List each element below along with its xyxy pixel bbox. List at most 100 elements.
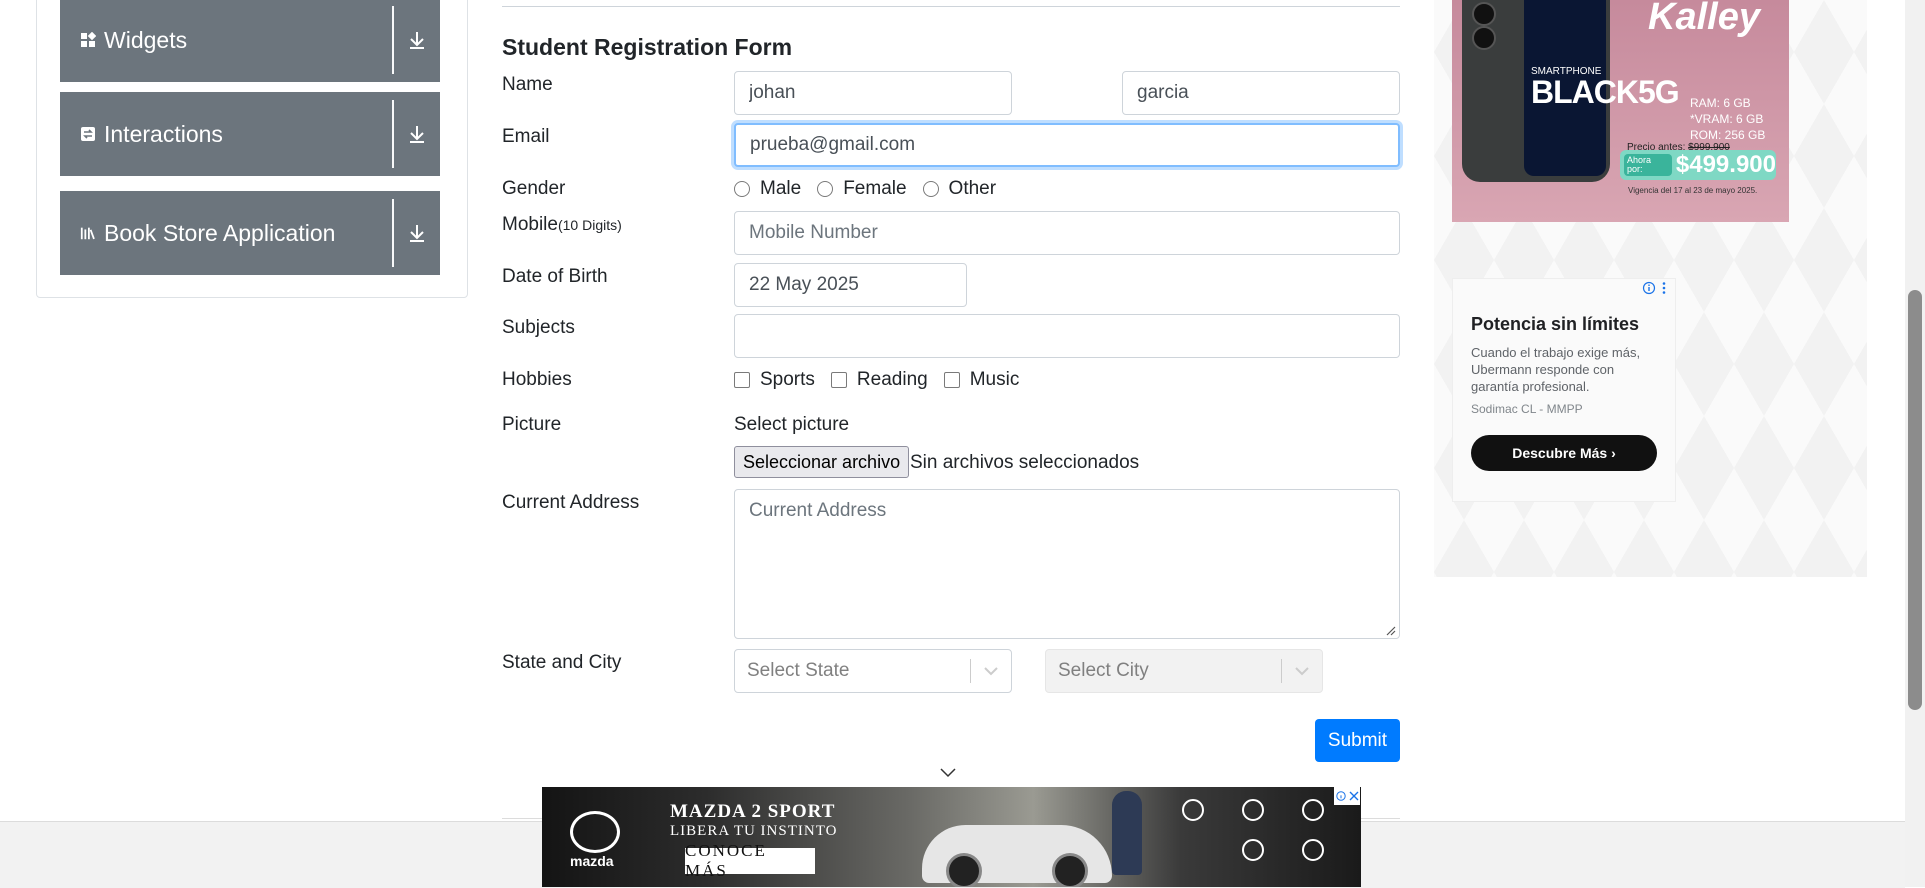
ad-now-label: Ahora por: — [1624, 154, 1672, 176]
ad-info-icon[interactable] — [1642, 281, 1668, 295]
wheel — [946, 853, 982, 887]
bottom-ad-banner[interactable]: mazda MAZDA 2 SPORT LIBERA TU INSTINTO C… — [542, 787, 1361, 887]
gender-female-radio[interactable]: Female — [817, 178, 907, 200]
wheel — [1052, 853, 1088, 887]
gender-option-label: Other — [948, 178, 997, 199]
hobbies-label: Hobbies — [502, 369, 572, 390]
subjects-input[interactable] — [734, 314, 1400, 358]
divider — [392, 199, 394, 267]
sidebar-group-label: Book Store Application — [104, 219, 336, 246]
radio-circle[interactable] — [922, 181, 939, 197]
last-name-input[interactable] — [1122, 71, 1400, 115]
promo-body: Cuando el trabajo exige más, Ubermann re… — [1471, 345, 1641, 394]
sidebar-group-widgets[interactable]: Widgets — [60, 0, 440, 82]
file-status-text: Sin archivos seleccionados — [910, 452, 1140, 473]
choose-file-button[interactable]: Seleccionar archivo — [734, 446, 910, 478]
hobby-option-label: Sports — [760, 369, 815, 390]
bottom-ad-cta-button[interactable]: CONOCE MÁS — [685, 841, 815, 880]
close-icon[interactable] — [1349, 791, 1359, 801]
gender-male-radio[interactable]: Male — [734, 178, 801, 200]
dob-input[interactable] — [734, 263, 967, 307]
chevron-down-icon[interactable] — [940, 768, 956, 778]
mobile-input[interactable] — [734, 211, 1400, 255]
gender-other-radio[interactable]: Other — [922, 178, 997, 200]
interactions-icon — [80, 126, 96, 142]
gender-label: Gender — [502, 178, 566, 199]
divider — [392, 100, 394, 168]
checkbox-box[interactable] — [830, 372, 847, 388]
radio-circle[interactable] — [734, 181, 750, 197]
book-store-icon — [80, 225, 96, 241]
chevron-down-icon[interactable] — [971, 666, 1011, 676]
hobby-option-label: Music — [969, 369, 1020, 390]
select-picture-label: Select picture — [734, 414, 850, 435]
state-select-value: Select State — [747, 660, 850, 681]
radio-circle[interactable] — [817, 181, 834, 197]
mazda-logo — [570, 811, 620, 853]
bottom-ad-title: MAZDA 2 SPORT — [670, 801, 836, 822]
ad-info-icon[interactable] — [1335, 791, 1346, 801]
gender-option-label: Male — [760, 178, 802, 199]
ad-model: BLACK5G — [1531, 74, 1680, 110]
state-city-label: State and City — [502, 652, 622, 673]
chevron-down-icon[interactable] — [1282, 666, 1322, 676]
city-select[interactable]: Select City — [1045, 649, 1323, 693]
mobile-hint: (10 Digits) — [557, 217, 622, 233]
resize-handle-icon[interactable] — [1386, 626, 1396, 636]
sidebar-group-label: Interactions — [104, 120, 223, 147]
submit-button[interactable]: Submit — [1315, 719, 1400, 762]
hobbies-options: Sports Reading Music — [734, 369, 1035, 391]
ad-close-controls[interactable] — [1334, 787, 1360, 805]
feature-icon — [1182, 799, 1204, 821]
feature-icon — [1242, 799, 1264, 821]
current-address-input[interactable] — [734, 489, 1400, 639]
hobby-music-checkbox[interactable]: Music — [943, 369, 1020, 391]
divider — [392, 6, 394, 74]
feature-icon — [1302, 799, 1324, 821]
ad-price: $499.900 — [1675, 151, 1776, 178]
ad-spec: ROM: 256 GB — [1690, 128, 1766, 142]
promo-title: Potencia sin límites — [1471, 314, 1640, 334]
hobby-sports-checkbox[interactable]: Sports — [734, 369, 815, 391]
sidebar-group-book-store[interactable]: Book Store Application — [60, 191, 440, 275]
sidebar-group-interactions[interactable]: Interactions — [60, 92, 440, 176]
gender-options: Male Female Other — [734, 178, 1012, 200]
email-label: Email — [502, 126, 550, 147]
chevron-right-icon: › — [1611, 445, 1616, 461]
first-name-input[interactable] — [734, 71, 1012, 115]
promo-cta-label: Descubre Más — [1512, 445, 1608, 461]
checkbox-box[interactable] — [943, 372, 960, 388]
hobby-reading-checkbox[interactable]: Reading — [830, 369, 928, 391]
car-image — [922, 825, 1112, 887]
feature-icon — [1242, 839, 1264, 861]
scrollbar-thumb[interactable] — [1908, 290, 1922, 710]
mobile-label: Mobile(10 Digits) — [502, 214, 622, 236]
email-input[interactable] — [734, 123, 1400, 167]
divider — [502, 6, 1400, 7]
promo-cta-button[interactable]: Descubre Más › — [1471, 435, 1657, 471]
download-arrow-icon[interactable] — [406, 92, 428, 176]
ad-brand-word: mazda — [570, 853, 614, 869]
page-title: Student Registration Form — [502, 34, 793, 60]
mobile-label-text: Mobile — [502, 214, 558, 235]
ad-spec: RAM: 6 GB — [1690, 96, 1751, 110]
camera-lens — [1472, 2, 1496, 26]
bottom-ad-subtitle: LIBERA TU INSTINTO — [670, 823, 838, 839]
subjects-label: Subjects — [502, 317, 575, 338]
checkbox-box[interactable] — [734, 372, 750, 388]
person-image — [1112, 791, 1142, 875]
download-arrow-icon[interactable] — [406, 0, 428, 82]
picture-label: Picture — [502, 414, 562, 435]
download-arrow-icon[interactable] — [406, 191, 428, 275]
ad-spec: *VRAM: 6 GB — [1690, 112, 1764, 126]
current-address-label: Current Address — [502, 492, 640, 513]
promo-source: Sodimac CL - MMPP — [1471, 402, 1583, 416]
camera-lens — [1472, 26, 1496, 50]
state-select[interactable]: Select State — [734, 649, 1012, 693]
ad-price-box: Ahora por: $499.900 — [1620, 150, 1776, 180]
ad-validity: Vigencia del 17 al 23 de mayo 2025. — [1628, 186, 1758, 195]
gender-option-label: Female — [843, 178, 907, 199]
name-label: Name — [502, 74, 553, 95]
ad-brand: Kalley — [1648, 0, 1760, 38]
hobby-option-label: Reading — [856, 369, 928, 390]
